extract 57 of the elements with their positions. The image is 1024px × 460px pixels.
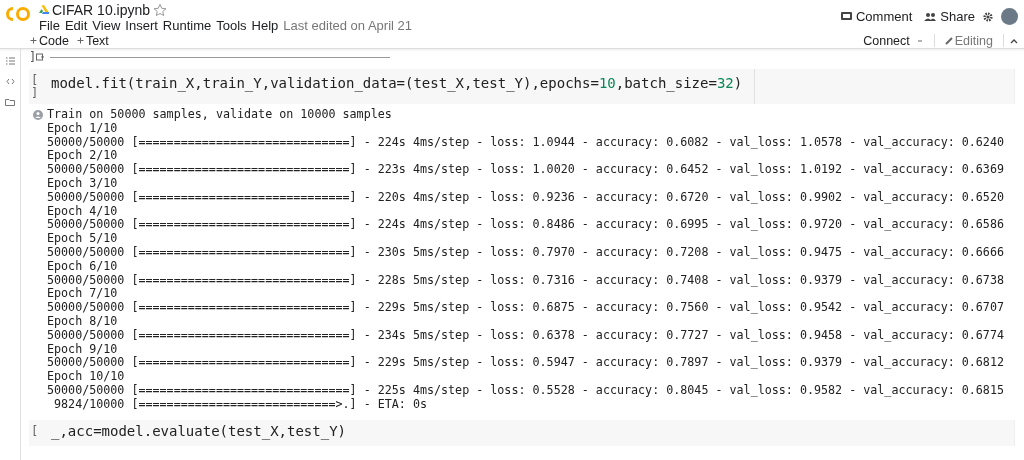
drive-icon — [39, 5, 49, 14]
code-icon[interactable] — [5, 78, 15, 85]
output-line: Epoch 2/10 — [47, 149, 119, 164]
output-line: 50000/50000 [==============================] - 234s 5ms/step - loss: 0.6378 - accuracy: 0.7727 - val_loss: 0.9458 - val_accuracy: 0.6774 — [47, 328, 1004, 343]
output-line: Epoch 1/10 — [47, 121, 119, 136]
menu-item[interactable]: View — [92, 18, 121, 33]
menu-item[interactable]: Edit — [64, 18, 88, 33]
editing-button[interactable]: Editing — [940, 33, 997, 48]
output-line: 50000/50000 [==============================] - 229s 5ms/step - loss: 0.5947 - accuracy: 0.7897 - val_loss: 0.9379 - val_accuracy: 0.6812 — [47, 356, 1004, 370]
menu-item[interactable]: File — [39, 18, 60, 33]
output-line: Train on 50000 samples, validate on 10000 samples — [47, 108, 393, 122]
output-line: 50000/50000 [==============================] - 229s 5ms/step - loss: 0.6875 - accuracy: 0.7560 - val_loss: 0.9542 - val_accuracy: 0.6707 — [47, 301, 1004, 315]
logo-icon — [5, 6, 31, 22]
output-line: Epoch 9/10 — [47, 342, 119, 357]
plus-icon — [30, 37, 37, 44]
plus-icon — [76, 37, 84, 44]
output-line: Epoch 4/10 — [47, 204, 119, 219]
people-icon — [924, 12, 937, 21]
comment-icon — [840, 12, 852, 21]
output-line: 50000/50000 [==============================] - 228s 5ms/step - loss: 0.7316 - accuracy: 0.7408 - val_loss: 0.9379 - val_accuracy: 0.6738 — [47, 273, 1004, 287]
output-line: 50000/50000 [==============================] - 224s 4ms/step - loss: 0.8486 - accuracy: 0.6995 - val_loss: 0.9720 - val_accuracy: 0.6586 — [47, 218, 1004, 232]
cell-bracket: ] — [29, 50, 37, 64]
output-line: Epoch 6/10 — [47, 259, 119, 274]
menu-item[interactable]: Tools — [216, 18, 247, 33]
output-line: 50000/50000 [==============================] - 220s 4ms/step - loss: 0.9236 - accuracy: 0.6720 - val_loss: 0.9902 - val_accuracy: 0.6520 — [47, 190, 1004, 205]
add-cell-button[interactable]: Text — [72, 33, 113, 48]
folder-icon[interactable] — [5, 98, 15, 106]
output-line: Epoch 5/10 — [47, 232, 119, 246]
add-cell-button[interactable]: Code — [26, 33, 73, 48]
pencil-icon — [944, 36, 953, 45]
output-icon — [36, 53, 45, 61]
last-edited-text[interactable]: Last edited on April 21 — [283, 18, 412, 33]
output-line: 9824/10000 [============================>.] - ETA: 0s — [53, 397, 427, 412]
notebook-title[interactable]: CIFAR 10.ipynb — [52, 1, 151, 18]
menu-item[interactable]: Runtime — [162, 18, 212, 33]
output-line: Epoch 7/10 — [47, 287, 119, 302]
settings-icon[interactable] — [983, 11, 993, 22]
avatar[interactable] — [1001, 8, 1018, 25]
cell-bracket: [ — [31, 424, 39, 438]
connect-button[interactable]: Connect — [859, 33, 928, 48]
output-line: Epoch 8/10 — [47, 314, 119, 329]
share-button[interactable]: Share — [920, 9, 979, 24]
cell-bracket: [ — [31, 74, 39, 87]
output-line: 50000/50000 [==============================] - 224s 4ms/step - loss: 1.0944 - accuracy: 0.6082 - val_loss: 1.0578 - val_accuracy: 0.6240 — [47, 135, 1004, 149]
code-line[interactable]: model.fit(train_X,train_Y,validation_data=(test_X,test_Y),epochs=10,batch_size=32) — [51, 75, 743, 92]
output-line: 50000/50000 [==============================] - 230s 5ms/step - loss: 0.7970 - accuracy: 0.7208 - val_loss: 0.9475 - val_accuracy: 0.6666 — [47, 245, 1004, 260]
code-line[interactable]: _,acc=model.evaluate(test_X,test_Y) — [51, 422, 346, 440]
comment-button[interactable]: Comment — [836, 9, 917, 24]
menu-item[interactable]: Insert — [125, 18, 158, 33]
star-icon[interactable] — [153, 3, 168, 16]
cell-bracket: ] — [31, 87, 39, 100]
output-line: 50000/50000 [==============================] - 225s 4ms/step - loss: 0.5528 - accuracy: 0.8045 - val_loss: 0.9582 - val_accuracy: 0.6815 — [47, 383, 1004, 398]
output-line: Epoch 3/10 — [47, 177, 119, 191]
collapse-icon[interactable] — [1010, 37, 1018, 44]
output-line: 50000/50000 [==============================] - 223s 4ms/step - loss: 1.0020 - accuracy: 0.6452 - val_loss: 1.0192 - val_accuracy: 0.6369 — [47, 163, 1004, 177]
menu-item[interactable]: Help — [251, 18, 279, 33]
output-line: Epoch 10/10 — [47, 370, 126, 384]
